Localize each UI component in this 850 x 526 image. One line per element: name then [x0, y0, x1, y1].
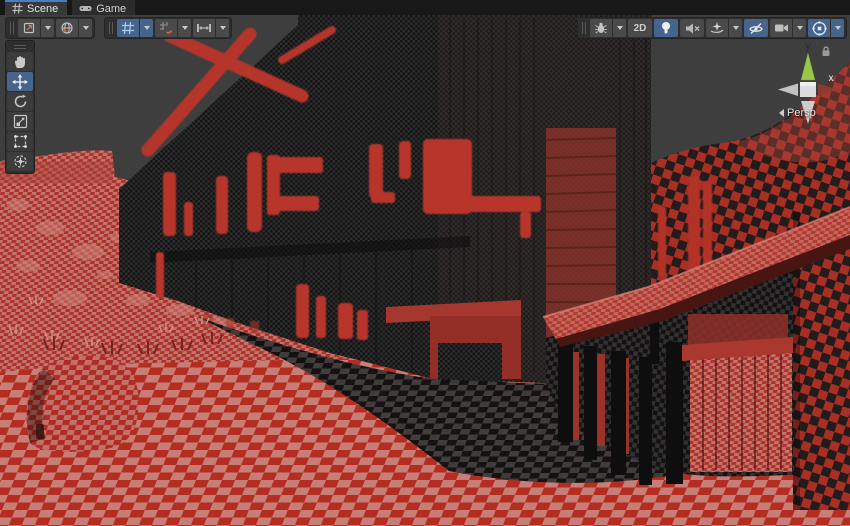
chevron-down-icon — [797, 26, 803, 30]
scene-render — [0, 0, 850, 526]
y-axis-cone — [801, 53, 815, 80]
projection-label: Persp — [787, 107, 816, 119]
global-orientation-toggle[interactable] — [56, 19, 92, 37]
overlay-drag-handle[interactable] — [8, 22, 16, 34]
projection-toggle[interactable]: Persp — [779, 107, 816, 119]
eye-hidden-icon — [748, 22, 764, 35]
chevron-down-icon — [733, 26, 739, 30]
snap-move-icon — [196, 21, 212, 35]
chevron-down-icon — [144, 26, 150, 30]
camera-dropdown-arrow[interactable] — [793, 19, 806, 37]
overlay-drag-handle[interactable] — [14, 43, 26, 51]
scene-view[interactable] — [0, 0, 850, 526]
grid-icon — [121, 21, 135, 35]
hand-icon — [13, 54, 27, 69]
gizmos-button[interactable] — [808, 19, 844, 37]
camera-icon — [774, 22, 789, 34]
globe-icon — [60, 21, 74, 35]
view-tool-button[interactable] — [7, 52, 33, 71]
left-axis-cone — [778, 84, 798, 97]
light-bulb-icon — [660, 21, 672, 35]
chevron-down-icon — [83, 26, 89, 30]
transform-icon — [13, 154, 28, 169]
gizmo-cube-top-face — [800, 82, 816, 86]
grid-snapping-button[interactable] — [155, 19, 191, 37]
tools-toolbar — [5, 40, 35, 174]
move-tool-button[interactable] — [7, 72, 33, 91]
tab-scene-label: Scene — [27, 3, 58, 15]
snap-increment-button[interactable] — [193, 19, 229, 37]
chevron-down-icon — [220, 26, 226, 30]
rotate-tool-button[interactable] — [7, 92, 33, 111]
grid-visibility-dropdown-arrow[interactable] — [140, 19, 153, 37]
move-icon — [12, 74, 28, 90]
tab-game[interactable]: Game — [72, 0, 135, 15]
x-axis-cone — [818, 84, 838, 97]
2d-label: 2D — [634, 23, 647, 34]
scene-boulder — [27, 356, 139, 452]
overlay-drag-handle[interactable] — [580, 22, 588, 34]
grid-snapping-dropdown-arrow[interactable] — [178, 19, 191, 37]
transform-tool-button[interactable] — [7, 152, 33, 171]
x-axis-label: x — [829, 73, 834, 84]
tab-scene[interactable]: Scene — [5, 0, 67, 15]
draw-mode-dropdown-arrow[interactable] — [613, 19, 626, 37]
scene-lighting-button[interactable] — [654, 19, 678, 37]
pivot-icon — [22, 21, 36, 35]
effects-button[interactable] — [706, 19, 742, 37]
view-options-toolbar: 2D — [577, 17, 847, 39]
audio-button[interactable] — [680, 19, 704, 37]
y-axis-label: y — [805, 40, 811, 52]
persp-arrow-icon — [779, 109, 784, 117]
rotate-icon — [13, 94, 28, 109]
grid-snap-toolbar — [104, 17, 232, 39]
chevron-down-icon — [182, 26, 188, 30]
chevron-down-icon — [617, 26, 623, 30]
chevron-down-icon — [45, 26, 51, 30]
dock-tab-bar: Scene Game — [0, 0, 850, 15]
gizmo-lock[interactable] — [820, 44, 832, 62]
grid-magnet-icon — [159, 21, 173, 35]
camera-settings-button[interactable] — [770, 19, 806, 37]
audio-muted-icon — [685, 22, 700, 35]
lock-icon — [820, 45, 832, 57]
grid-visibility-button[interactable] — [117, 19, 153, 37]
effects-icon — [710, 21, 724, 35]
rect-tool-button[interactable] — [7, 132, 33, 151]
effects-dropdown-arrow[interactable] — [729, 19, 742, 37]
chevron-down-icon — [835, 26, 841, 30]
global-dropdown-arrow[interactable] — [79, 19, 92, 37]
overlay-drag-handle[interactable] — [107, 22, 115, 34]
scene-visibility-button[interactable] — [744, 19, 768, 37]
scene-grid-icon — [12, 3, 23, 14]
pivot-toggle[interactable] — [18, 19, 54, 37]
game-controller-icon — [79, 4, 92, 13]
scale-icon — [13, 114, 28, 129]
2d-toggle-button[interactable]: 2D — [628, 19, 652, 37]
gizmos-dropdown-arrow[interactable] — [831, 19, 844, 37]
snap-increment-dropdown-arrow[interactable] — [216, 19, 229, 37]
tool-settings-toolbar — [5, 17, 95, 39]
scale-tool-button[interactable] — [7, 112, 33, 131]
pivot-dropdown-arrow[interactable] — [41, 19, 54, 37]
draw-mode-button[interactable] — [590, 19, 626, 37]
debug-draw-mode-icon — [594, 21, 608, 35]
gizmos-sphere-icon — [812, 21, 827, 36]
rect-icon — [13, 134, 28, 149]
tab-game-label: Game — [96, 3, 126, 15]
